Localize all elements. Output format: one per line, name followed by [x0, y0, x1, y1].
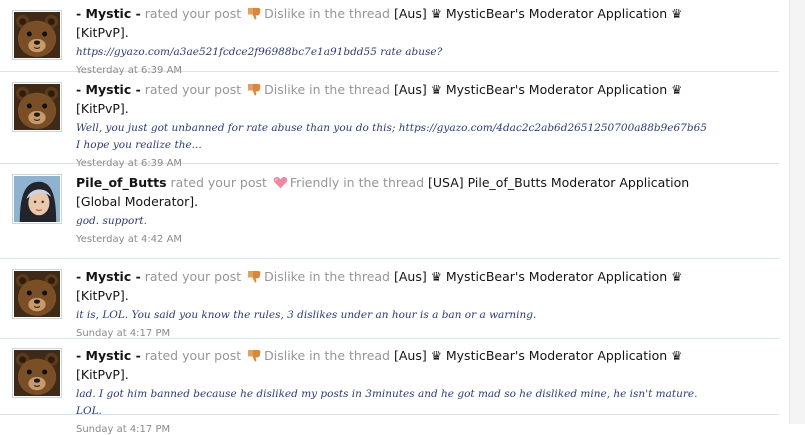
- alert-username[interactable]: - Mystic -: [76, 348, 141, 363]
- alert-username[interactable]: Pile_of_Butts: [76, 175, 167, 190]
- thumbs-down-icon: [247, 348, 262, 362]
- alert-item: Pile_of_Butts rated your post Friendly i…: [0, 164, 779, 259]
- rated-text: rated your post: [144, 82, 242, 97]
- post-snippet[interactable]: god. support.: [76, 213, 709, 230]
- rated-text: rated your post: [144, 269, 242, 284]
- alert-username[interactable]: - Mystic -: [76, 6, 141, 21]
- rated-text: rated your post: [170, 175, 267, 190]
- bear-avatar[interactable]: [12, 269, 62, 319]
- thumbs-down-icon: [247, 6, 262, 20]
- alert-item: - Mystic - rated your post Dislike in th…: [0, 339, 779, 435]
- post-snippet[interactable]: Well, you just got unbanned for rate abu…: [76, 120, 709, 154]
- alert-item: - Mystic - rated your post Dislike in th…: [0, 0, 779, 76]
- alert-username[interactable]: - Mystic -: [76, 269, 141, 284]
- in-thread-text: in the thread: [309, 348, 390, 363]
- alert-timestamp: Yesterday at 4:42 AM: [76, 234, 183, 245]
- bear-avatar[interactable]: [12, 348, 62, 398]
- post-snippet[interactable]: https://gyazo.com/a3ae521fcdce2f96988bc7…: [76, 44, 709, 61]
- heart-icon: [273, 175, 288, 189]
- bear-avatar[interactable]: [12, 82, 62, 132]
- in-thread-text: in the thread: [309, 82, 390, 97]
- alert-username[interactable]: - Mystic -: [76, 82, 141, 97]
- in-thread-text: in the thread: [343, 175, 425, 190]
- alert-timestamp: Sunday at 4:17 PM: [76, 424, 171, 435]
- rating-name: Dislike: [264, 82, 306, 97]
- rated-text: rated your post: [144, 6, 242, 21]
- rated-text: rated your post: [144, 348, 242, 363]
- thumbs-down-icon: [247, 82, 262, 96]
- alert-item: - Mystic - rated your post Dislike in th…: [0, 72, 779, 169]
- alert-timestamp: Sunday at 4:17 PM: [76, 328, 171, 339]
- rating-name: Dislike: [264, 269, 306, 284]
- in-thread-text: in the thread: [309, 269, 390, 284]
- rating-name: Dislike: [264, 6, 306, 21]
- alert-item: - Mystic - rated your post Dislike in th…: [0, 259, 779, 339]
- user-photo-avatar[interactable]: [12, 174, 62, 224]
- post-snippet[interactable]: lad. I got him banned because he dislike…: [76, 386, 709, 420]
- vertical-scrollbar[interactable]: [789, 0, 805, 424]
- in-thread-text: in the thread: [309, 6, 390, 21]
- rating-name: Friendly: [289, 175, 340, 190]
- post-snippet[interactable]: it is, LOL. You said you know the rules,…: [76, 307, 709, 324]
- thumbs-down-icon: [247, 269, 262, 283]
- bear-avatar[interactable]: [12, 10, 62, 60]
- rating-name: Dislike: [264, 348, 306, 363]
